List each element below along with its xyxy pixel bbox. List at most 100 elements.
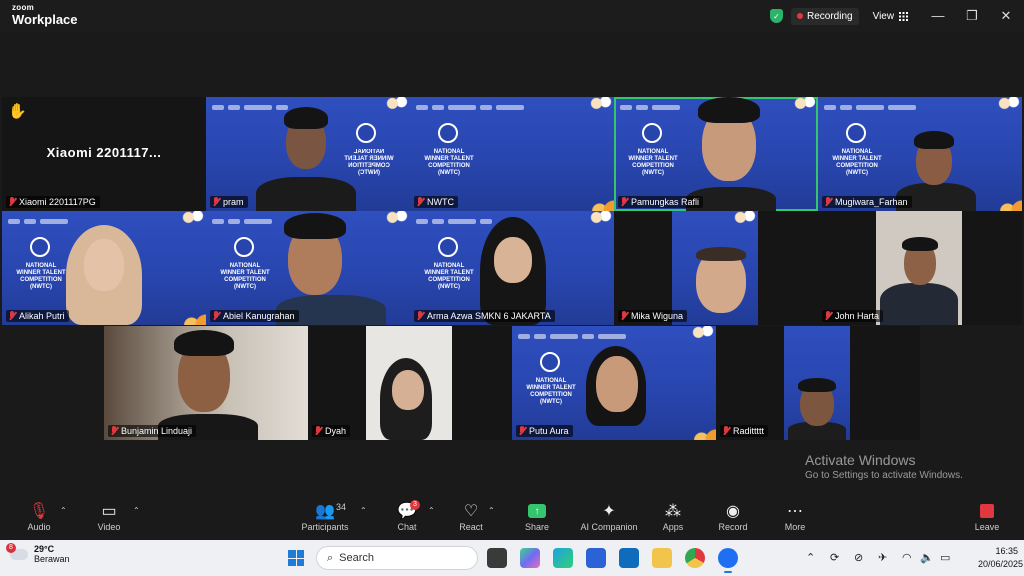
windows-taskbar: 8 29°C Berawan ⌕ Search ⌃ ⟳ ⊘ ✈ ◠ 🔈 ▭ 16…: [0, 540, 1024, 576]
battery-icon[interactable]: ▭: [940, 551, 950, 564]
more-button[interactable]: ⋯ More: [760, 500, 830, 532]
participant-name-tag: pram: [210, 196, 248, 208]
minimize-button[interactable]: —: [930, 8, 946, 24]
participants-label: Participants: [301, 522, 349, 532]
participant-name-tag: Abiel Kanugrahan: [210, 310, 299, 322]
react-options-caret-icon[interactable]: ⌃: [488, 506, 495, 515]
edge-browser-icon[interactable]: [553, 548, 573, 568]
heart-icon: ♡: [463, 503, 479, 520]
sync-icon[interactable]: ⟳: [830, 551, 839, 564]
start-button[interactable]: [288, 550, 304, 566]
search-input[interactable]: ⌕ Search: [316, 546, 478, 570]
wifi-icon[interactable]: ◠: [902, 551, 912, 564]
share-label: Share: [524, 522, 550, 532]
participants-button[interactable]: 👥 34 Participants: [290, 500, 360, 532]
brand-bottom: Workplace: [12, 12, 78, 27]
title-bar: zoom Workplace ✓ Recording View — ❐ ✕: [0, 0, 1024, 32]
mic-muted-icon: [314, 426, 322, 436]
video-tile[interactable]: NATIONAL WINNER TALENT COMPETITION (NWTC) p…: [206, 97, 410, 211]
leave-label: Leave: [974, 522, 1000, 532]
participant-name-tag: Bunjamin Linduaji: [108, 425, 197, 437]
react-button[interactable]: ♡ React: [436, 500, 506, 532]
video-tile[interactable]: NATIONAL WINNER TALENT COMPETITION (NWTC) A…: [2, 211, 206, 325]
video-gallery: ✋ Xiaomi 2201117... Xiaomi 2201117PG NAT…: [0, 32, 1024, 496]
network-off-icon[interactable]: ⊘: [854, 551, 863, 564]
weather-condition: Berawan: [34, 554, 70, 564]
view-button[interactable]: View: [867, 8, 915, 25]
video-tile[interactable]: NATIONAL WINNER TALENT COMPETITION (NWTC) N…: [410, 97, 614, 211]
close-button[interactable]: ✕: [998, 8, 1014, 24]
weather-widget[interactable]: 8 29°C Berawan: [6, 542, 70, 564]
share-screen-icon: ↑: [528, 504, 546, 518]
show-hidden-icons-chevron-icon[interactable]: ⌃: [806, 551, 815, 564]
mic-muted-icon: [722, 426, 730, 436]
mic-muted-icon: [620, 311, 628, 321]
react-label: React: [459, 522, 483, 532]
chat-button[interactable]: 💬 3 Chat: [372, 500, 442, 532]
brand-top: zoom: [12, 3, 35, 12]
video-tile[interactable]: NATIONAL WINNER TALENT COMPETITION (NWTC) A…: [410, 211, 614, 325]
recording-dot-icon: [797, 13, 803, 19]
outlook-icon[interactable]: [619, 548, 639, 568]
audio-options-caret-icon[interactable]: ⌃: [60, 506, 67, 515]
leave-button[interactable]: Leave: [952, 500, 1022, 532]
mic-muted-icon: 🎙: [28, 503, 50, 520]
participant-name-tag: Pamungkas Rafli: [618, 196, 704, 208]
mic-muted-icon: [110, 426, 118, 436]
participant-name-tag: Dyah: [312, 425, 351, 437]
mic-muted-icon: [8, 311, 16, 321]
record-label: Record: [718, 522, 748, 532]
ai-companion-button[interactable]: ✦ AI Companion: [570, 500, 648, 532]
video-tile[interactable]: Bunjamin Linduaji: [104, 326, 308, 440]
volume-icon[interactable]: 🔈: [920, 551, 934, 564]
chrome-browser-icon[interactable]: [685, 548, 705, 568]
audio-button[interactable]: 🎙 Audio: [4, 500, 74, 532]
leave-icon: [980, 504, 994, 518]
watermark-title: Activate Windows: [805, 452, 916, 468]
video-tile[interactable]: Radittttt: [716, 326, 920, 440]
mic-muted-icon: [518, 426, 526, 436]
task-view-icon[interactable]: [487, 548, 507, 568]
store-icon[interactable]: [586, 548, 606, 568]
share-button[interactable]: ↑ Share: [502, 500, 572, 532]
mic-muted-icon: [824, 311, 832, 321]
video-label: Video: [97, 522, 121, 532]
mic-muted-icon: [8, 197, 16, 207]
participant-name-tag: Xiaomi 2201117PG: [6, 196, 100, 208]
video-tile[interactable]: NATIONAL WINNER TALENT COMPETITION (NWTC) A…: [206, 211, 410, 325]
video-tile[interactable]: NATIONAL WINNER TALENT COMPETITION (NWTC) P…: [512, 326, 716, 440]
chat-options-caret-icon[interactable]: ⌃: [428, 506, 435, 515]
participants-count: 34: [336, 502, 347, 512]
mic-muted-icon: [620, 197, 628, 207]
more-icon: ⋯: [787, 503, 803, 520]
video-tile-active-speaker[interactable]: NATIONAL WINNER TALENT COMPETITION (NWTC) P…: [614, 97, 818, 211]
video-tile[interactable]: Dyah: [308, 326, 512, 440]
participant-display-name: Xiaomi 2201117...: [46, 145, 162, 160]
video-tile[interactable]: NATIONAL WINNER TALENT COMPETITION (NWTC) M…: [818, 97, 1022, 211]
video-tile[interactable]: ✋ Xiaomi 2201117... Xiaomi 2201117PG: [2, 97, 206, 211]
file-explorer-icon[interactable]: [652, 548, 672, 568]
participant-name-tag: NWTC: [414, 196, 458, 208]
record-icon: ◉: [726, 503, 740, 520]
grid-icon: [899, 11, 909, 21]
weather-badge: 8: [6, 542, 16, 553]
video-options-caret-icon[interactable]: ⌃: [133, 506, 140, 515]
restore-button[interactable]: ❐: [964, 8, 980, 24]
video-tile[interactable]: Mika Wiguna: [614, 211, 818, 325]
video-tile[interactable]: John Harta: [818, 211, 1022, 325]
mic-muted-icon: [824, 197, 832, 207]
copilot-icon[interactable]: [520, 548, 540, 568]
clock-date: 20/06/2025: [978, 559, 1024, 569]
zoom-app-icon[interactable]: [718, 548, 738, 573]
bluetooth-icon[interactable]: ✈: [878, 551, 887, 564]
mic-muted-icon: [212, 197, 220, 207]
mic-muted-icon: [416, 311, 424, 321]
system-clock[interactable]: 16:35 20/06/2025: [978, 545, 1024, 571]
participant-name-tag: Putu Aura: [516, 425, 573, 437]
temperature: 29°C: [34, 544, 55, 554]
encryption-shield-icon[interactable]: ✓: [770, 9, 783, 23]
participants-options-caret-icon[interactable]: ⌃: [360, 506, 367, 515]
video-button[interactable]: ▭ Video: [74, 500, 144, 532]
recording-indicator[interactable]: Recording: [791, 7, 859, 25]
record-button[interactable]: ◉ Record: [698, 500, 768, 532]
